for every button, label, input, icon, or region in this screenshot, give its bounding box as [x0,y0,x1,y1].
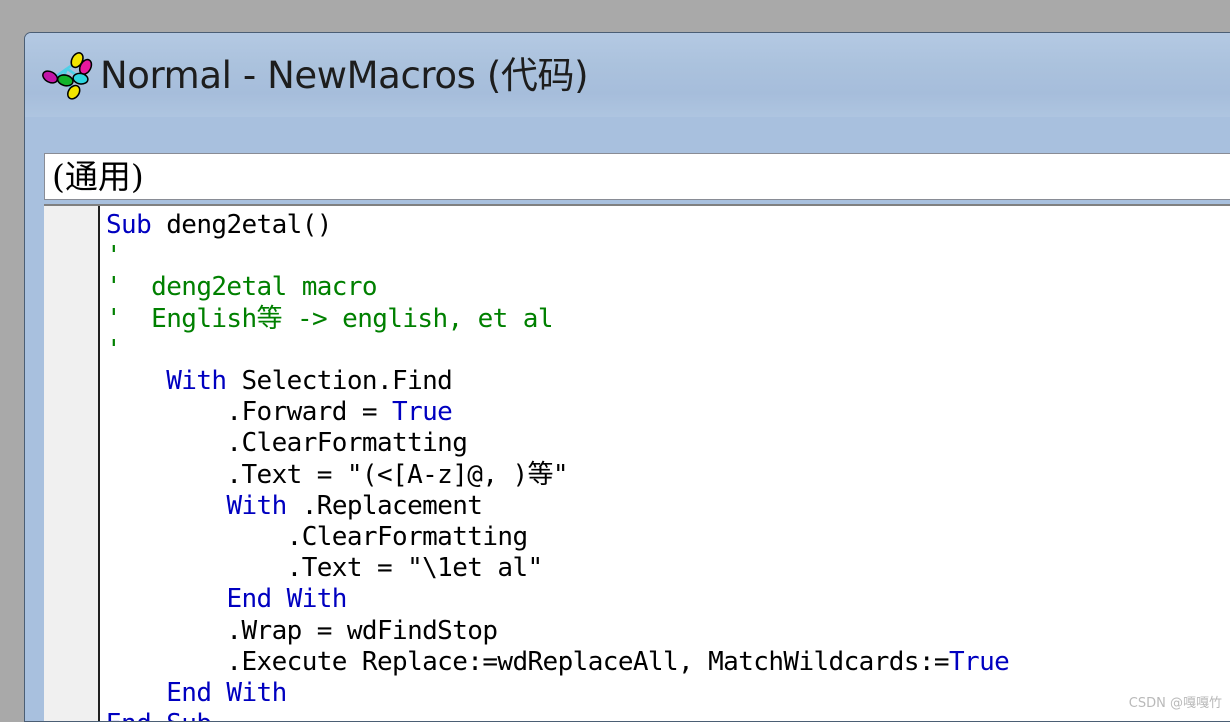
code-segment: .Wrap = wdFindStop [106,616,497,646]
code-segment: With [226,491,286,521]
object-dropdown-value: (通用) [52,160,144,193]
code-segment: End With [226,584,346,614]
code-segment: .Execute Replace:=wdReplaceAll, MatchWil… [106,647,949,677]
code-segment [106,366,166,396]
window-title-text: Normal - NewMacros (代码) [100,57,588,94]
code-segment: .ClearFormatting [106,428,467,458]
code-text[interactable]: Sub deng2etal() ' ' deng2etal macro ' En… [102,206,1230,722]
object-dropdown[interactable]: (通用) [44,153,1230,200]
code-segment: ' English等 -> english, et al [106,304,553,334]
code-pane[interactable]: Sub deng2etal() ' ' deng2etal macro ' En… [44,204,1230,722]
code-segment: .Text = "\1et al" [106,553,543,583]
code-segment [106,584,226,614]
code-segment: .ClearFormatting [106,522,528,552]
code-segment [106,678,166,708]
code-segment: Selection.Find [226,366,452,396]
code-segment: ' [106,241,121,271]
code-segment: End Sub [106,709,211,722]
code-segment: ' deng2etal macro [106,272,377,302]
code-segment: Sub [106,210,151,240]
code-segment: End With [166,678,286,708]
window-title-bar[interactable]: Normal - NewMacros (代码) [25,33,1230,117]
code-segment: .Replacement [287,491,483,521]
code-segment: With [166,366,226,396]
code-segment: ' [106,335,121,365]
code-scroll-area[interactable]: Sub deng2etal() ' ' deng2etal macro ' En… [102,206,1230,722]
vbe-code-window: Normal - NewMacros (代码) (通用) Sub deng2et… [24,32,1230,722]
code-segment: .Text = "(<[A-z]@, )等" [106,460,568,490]
vba-module-icon [40,50,94,104]
combo-row: (通用) [44,153,1230,200]
code-segment: deng2etal() [151,210,332,240]
code-segment: .Forward = [106,397,392,427]
margin-indicator-bar[interactable] [44,206,100,722]
code-segment [106,491,226,521]
code-segment: True [949,647,1009,677]
code-segment: True [392,397,452,427]
